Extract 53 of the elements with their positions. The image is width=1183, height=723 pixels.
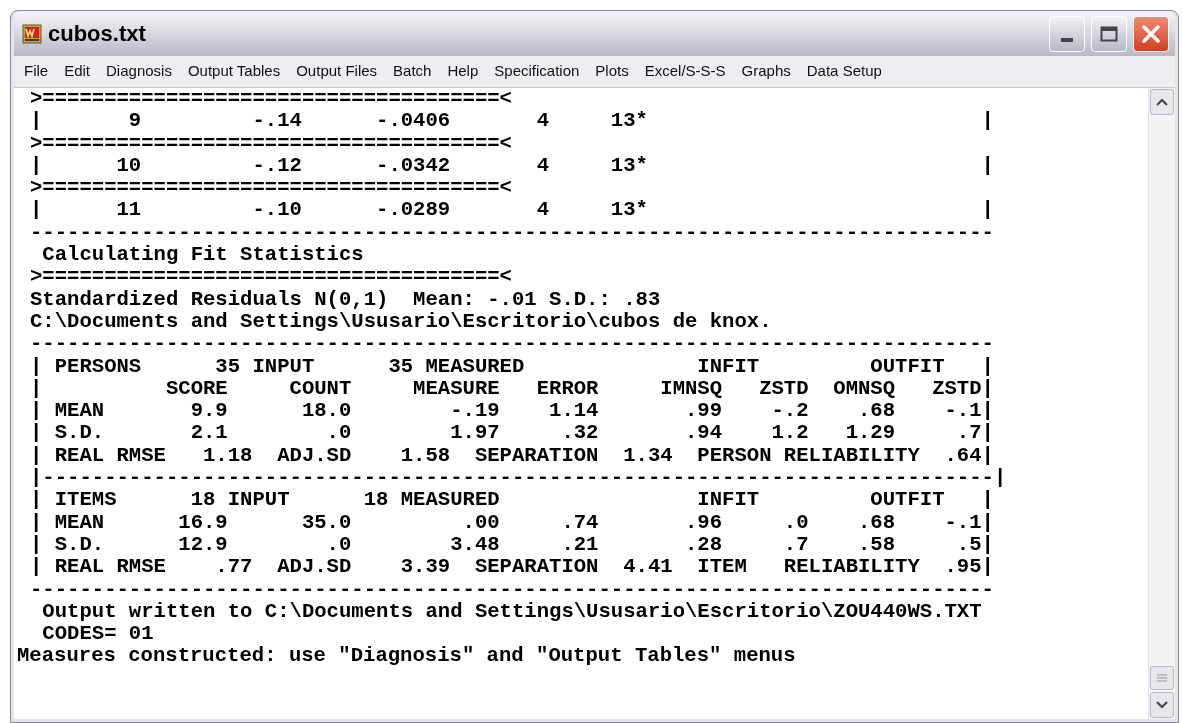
minimize-button[interactable] [1049,15,1085,52]
scrollbar[interactable] [1148,88,1175,719]
console-line: | REAL RMSE 1.18 ADJ.SD 1.58 SEPARATION 1.34 PERSON RELIABILITY .64| [30,444,994,468]
console-line: ------------------------------------------------------------------------------ [30,221,994,245]
console-line: >=====================================< [30,88,512,111]
console-line: Calculating Fit Statistics [41,244,364,267]
maximize-icon [1100,25,1118,42]
grip-icon [1157,674,1167,682]
console-line: | MEAN 16.9 35.0 .00 .74 .96 .0 .68 -.1| [30,511,994,534]
menu-item[interactable]: Help [447,60,479,83]
chevron-down-icon [1156,701,1168,709]
menu-item[interactable]: Excel/S-S-S [644,60,726,83]
console-line: ------------------------------------------------------------------------------ [30,578,994,601]
console-line: | S.D. 2.1 .0 1.97 .32 .94 1.2 1.29 .7| [30,422,994,445]
console-line: Measures constructed: use "Diagnosis" and "Output Tables" menus [17,645,796,668]
chevron-up-icon [1156,98,1168,106]
menu-item[interactable]: Output Tables [187,60,281,83]
minimize-icon [1061,37,1073,42]
maximize-button[interactable] [1091,15,1127,52]
console-line: | 11 -.10 -.0289 4 13* | [30,199,994,222]
console-line: | MEAN 9.9 18.0 -.19 1.14 .99 -.2 .68 -.1| [30,400,994,423]
menu-item[interactable]: Plots [595,60,629,83]
console-line: | SCORE COUNT MEASURE ERROR IMNSQ ZSTD OMNSQ ZSTD| [30,377,994,401]
window-title: cubos.txt [48,20,146,48]
console-line: >=====================================< [30,266,512,289]
console-line: | ITEMS 18 INPUT 18 MEASURED INFIT OUTFIT | [30,489,994,512]
console-line: | REAL RMSE .77 ADJ.SD 3.39 SEPARATION 4.41 ITEM RELIABILITY .95| [30,556,994,579]
app-icon [22,23,42,44]
console-line: | 10 -.12 -.0342 4 13* | [30,154,994,178]
menu-item[interactable]: Diagnosis [106,60,172,83]
scroll-thumb[interactable] [1150,666,1174,690]
console-line: >=====================================< [30,177,512,200]
console-line: Output written to C:\Documents and Settings\Ususario\Escritorio\ZOU440WS.TXT [41,600,982,624]
close-button[interactable] [1133,15,1169,52]
console-line: | 9 -.14 -.0406 4 13* | [30,110,994,133]
menu-item[interactable]: Graphs [741,60,791,83]
menu-item[interactable]: File [24,60,49,83]
menu-item[interactable]: Edit [64,60,91,83]
menu-item[interactable]: Batch [393,60,432,83]
console-line: Standardized Residuals N(0,1) Mean: -.01 S.D.: .83 [30,288,661,311]
console-line: >=====================================< [30,132,512,155]
scroll-down-button[interactable] [1150,692,1174,718]
menu-item[interactable]: Specification [494,60,580,83]
console-line: | S.D. 12.9 .0 3.48 .21 .28 .7 .58 .5| [30,533,994,557]
menu-item[interactable]: Output Files [296,60,378,83]
console-line: C:\Documents and Settings\Ususario\Escritorio\cubos de knox. [30,310,772,334]
console-line: | PERSONS 35 INPUT 35 MEASURED INFIT OUTFIT | [30,355,994,378]
scroll-up-button[interactable] [1150,89,1174,115]
console-line: |-----------------------------------------------------------------------------| [30,467,1007,490]
console-line: CODES= 01 [41,623,154,646]
menu-item[interactable]: Data Setup [806,60,882,83]
console-line: ------------------------------------------------------------------------------ [30,333,994,356]
close-icon [1142,24,1160,43]
